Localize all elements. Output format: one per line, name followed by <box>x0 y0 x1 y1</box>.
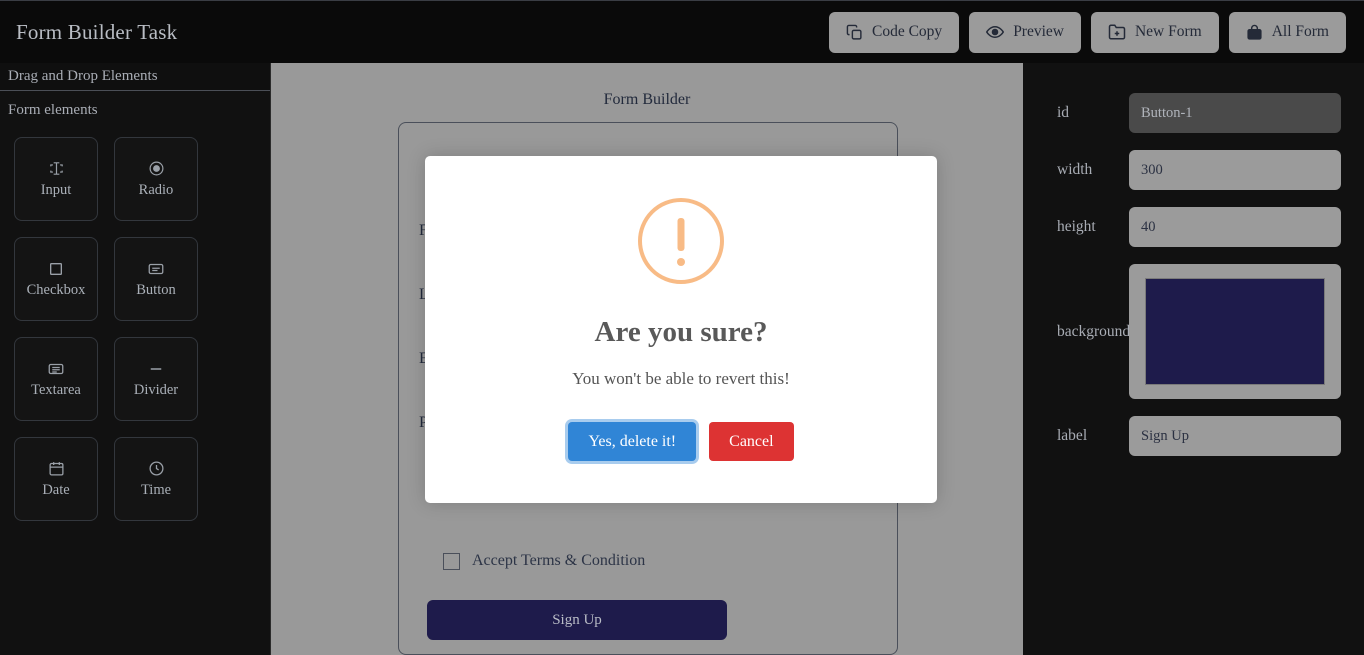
dialog-text: You won't be able to revert this! <box>572 369 790 388</box>
confirm-dialog: Are you sure? You won't be able to rever… <box>425 156 937 503</box>
app-root: Form Builder Task Code Copy Preview New … <box>0 0 1364 655</box>
cancel-button[interactable]: Cancel <box>709 422 794 461</box>
warning-icon <box>638 198 724 284</box>
confirm-delete-button[interactable]: Yes, delete it! <box>568 422 697 461</box>
dialog-title: Are you sure? <box>594 316 768 348</box>
warning-icon-dot <box>677 258 685 266</box>
dialog-actions: Yes, delete it! Cancel <box>568 422 794 461</box>
warning-icon-bar <box>677 218 685 251</box>
